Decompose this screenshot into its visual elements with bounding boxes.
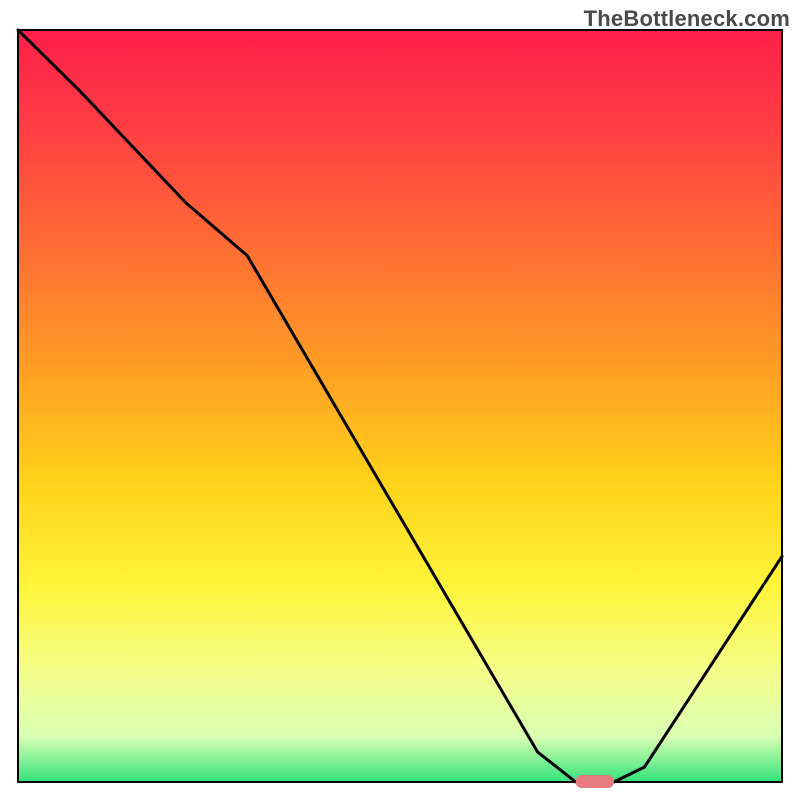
chart-stage: TheBottleneck.com xyxy=(0,0,800,800)
plot-background xyxy=(18,30,782,782)
bottleneck-chart xyxy=(0,0,800,800)
optimal-marker xyxy=(576,775,614,788)
